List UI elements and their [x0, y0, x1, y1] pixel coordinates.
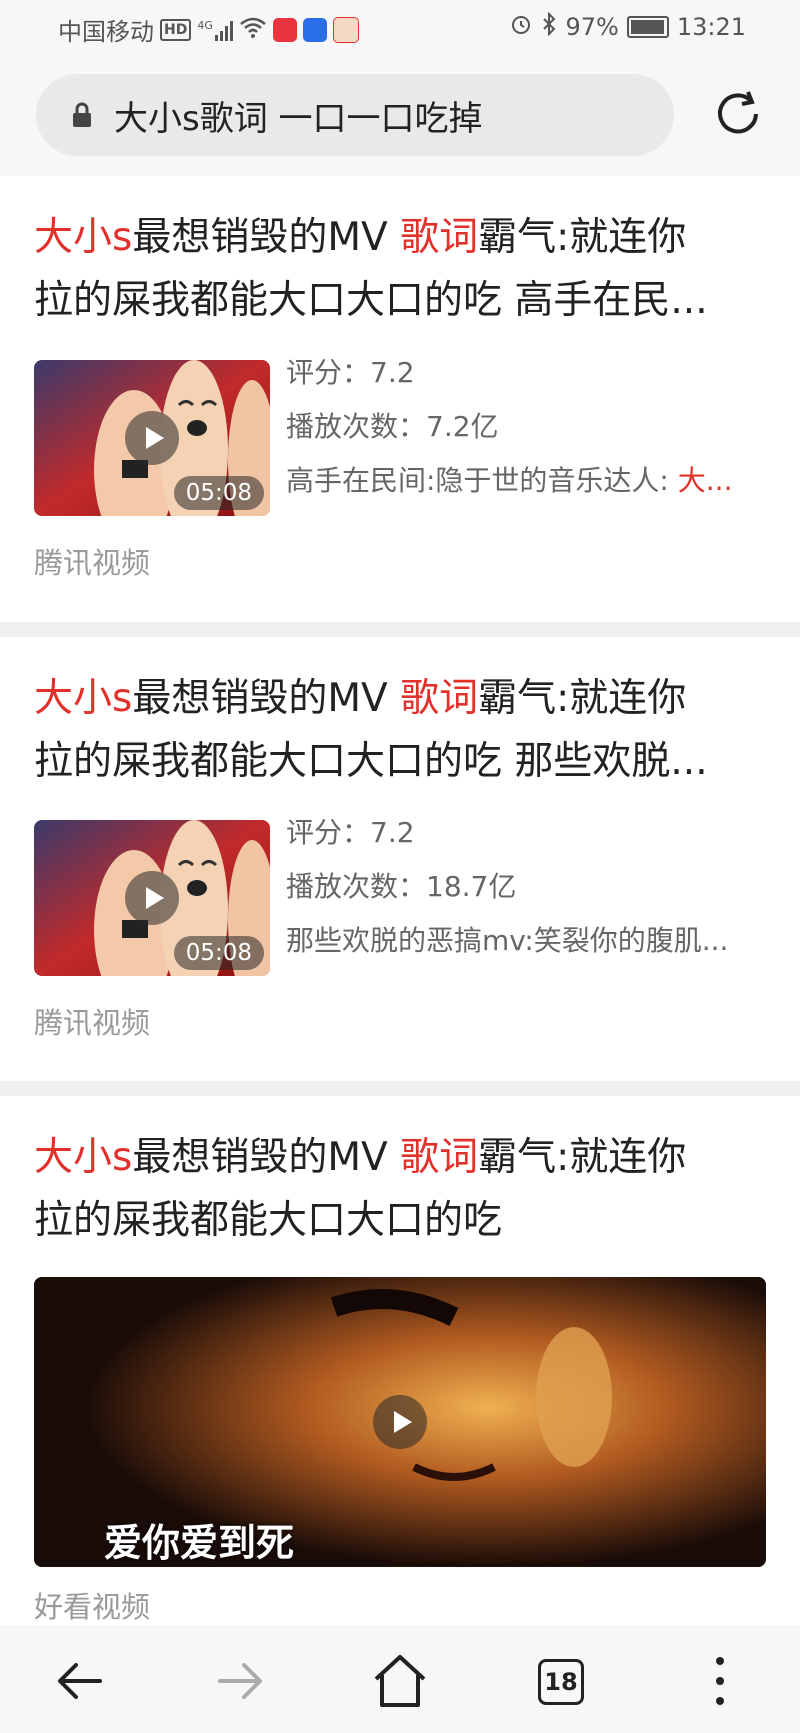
app-notification-icon: [272, 17, 297, 42]
title-text: 霸气:就连你: [478, 676, 687, 721]
title-highlight: 歌词: [400, 676, 479, 721]
result-title[interactable]: 大小s最想销毁的MV 歌词霸气:就连你 拉的屎我都能大口大口的吃: [34, 1126, 766, 1252]
app-notification-icon: [302, 17, 327, 42]
network-type: 4G: [197, 18, 213, 32]
result-meta: 评分：7.2 播放次数：7.2亿 高手在民间:隐于世的音乐达人: 大...: [286, 346, 766, 508]
search-result-card[interactable]: 大小s最想销毁的MV 歌词霸气:就连你 拉的屎我都能大口大口的吃 高手在民...…: [0, 176, 800, 622]
browser-toolbar: 大小s歌词 一口一口吃掉: [0, 56, 800, 176]
search-result-card[interactable]: 大小s最想销毁的MV 歌词霸气:就连你 拉的屎我都能大口大口的吃 那些欢脱...…: [0, 637, 800, 1081]
browser-bottom-nav: 18: [0, 1625, 800, 1733]
carrier-name: 中国移动: [58, 18, 154, 46]
title-line: 拉的屎我都能大口大口的吃: [34, 1198, 503, 1243]
play-icon: [373, 1395, 427, 1449]
battery-icon: [626, 16, 669, 38]
description: 那些欢脱的恶搞mv:笑裂你的腹肌...: [286, 924, 729, 957]
result-title[interactable]: 大小s最想销毁的MV 歌词霸气:就连你 拉的屎我都能大口大口的吃 高手在民...: [34, 206, 766, 332]
tabs-button[interactable]: 18: [530, 1651, 590, 1711]
play-icon: [125, 411, 179, 465]
alarm-icon: [509, 12, 533, 42]
search-result-card[interactable]: 大小s最想销毁的MV 歌词霸气:就连你 拉的屎我都能大口大口的吃 爱你爱到死 好…: [0, 1096, 800, 1625]
result-title[interactable]: 大小s最想销毁的MV 歌词霸气:就连你 拉的屎我都能大口大口的吃 那些欢脱...: [34, 667, 766, 793]
back-arrow-icon[interactable]: [50, 1651, 110, 1711]
title-highlight: 大小s: [34, 1135, 133, 1180]
battery-percent: 97%: [565, 13, 619, 41]
signal-icon: 4G: [197, 19, 233, 41]
result-meta: 评分：7.2 播放次数：18.7亿 那些欢脱的恶搞mv:笑裂你的腹肌...: [286, 806, 766, 968]
title-text: 霸气:就连你: [478, 215, 687, 260]
title-text: 最想销毁的MV: [132, 215, 401, 260]
play-count: 播放次数：7.2亿: [286, 410, 499, 443]
video-duration: 05:08: [173, 476, 264, 510]
title-highlight: 歌词: [400, 215, 479, 260]
more-menu-icon[interactable]: [690, 1651, 750, 1711]
description: 高手在民间:隐于世的音乐达人: 大...: [286, 464, 733, 497]
lock-icon: [73, 102, 91, 127]
title-text: 最想销毁的MV: [132, 1135, 401, 1180]
home-icon[interactable]: [370, 1651, 430, 1711]
wifi-icon: [239, 16, 267, 44]
play-icon: [125, 871, 179, 925]
hd-badge: HD: [160, 18, 192, 41]
status-bar: 中国移动 HD 4G 97% 13:21: [0, 0, 800, 56]
play-count: 播放次数：18.7亿: [286, 870, 517, 903]
source-label: 好看视频: [34, 1590, 151, 1624]
video-duration: 05:08: [173, 936, 264, 970]
refresh-icon[interactable]: [712, 88, 764, 140]
title-highlight: 歌词: [400, 1135, 479, 1180]
rating: 评分：7.2: [286, 816, 415, 849]
title-line: 拉的屎我都能大口大口的吃 那些欢脱...: [34, 739, 708, 784]
clock: 13:21: [676, 13, 746, 41]
title-line: 拉的屎我都能大口大口的吃 高手在民...: [34, 278, 708, 323]
video-player-preview[interactable]: 爱你爱到死: [34, 1277, 766, 1567]
forward-arrow-icon[interactable]: [210, 1651, 270, 1711]
title-text: 最想销毁的MV: [132, 676, 401, 721]
search-query: 大小s歌词 一口一口吃掉: [114, 98, 483, 139]
video-thumbnail[interactable]: 05:08: [34, 820, 270, 976]
source-label: 腾讯视频: [34, 1006, 151, 1040]
video-thumbnail[interactable]: 05:08: [34, 360, 270, 516]
video-caption: 爱你爱到死: [104, 1521, 295, 1565]
title-highlight: 大小s: [34, 215, 133, 260]
title-text: 霸气:就连你: [478, 1135, 687, 1180]
address-bar[interactable]: 大小s歌词 一口一口吃掉: [36, 74, 674, 156]
tab-count: 18: [538, 1659, 584, 1705]
source-label: 腾讯视频: [34, 546, 151, 580]
title-highlight: 大小s: [34, 676, 133, 721]
bluetooth-icon: [541, 11, 557, 42]
rating: 评分：7.2: [286, 356, 415, 389]
app-notification-icon: [332, 16, 359, 43]
